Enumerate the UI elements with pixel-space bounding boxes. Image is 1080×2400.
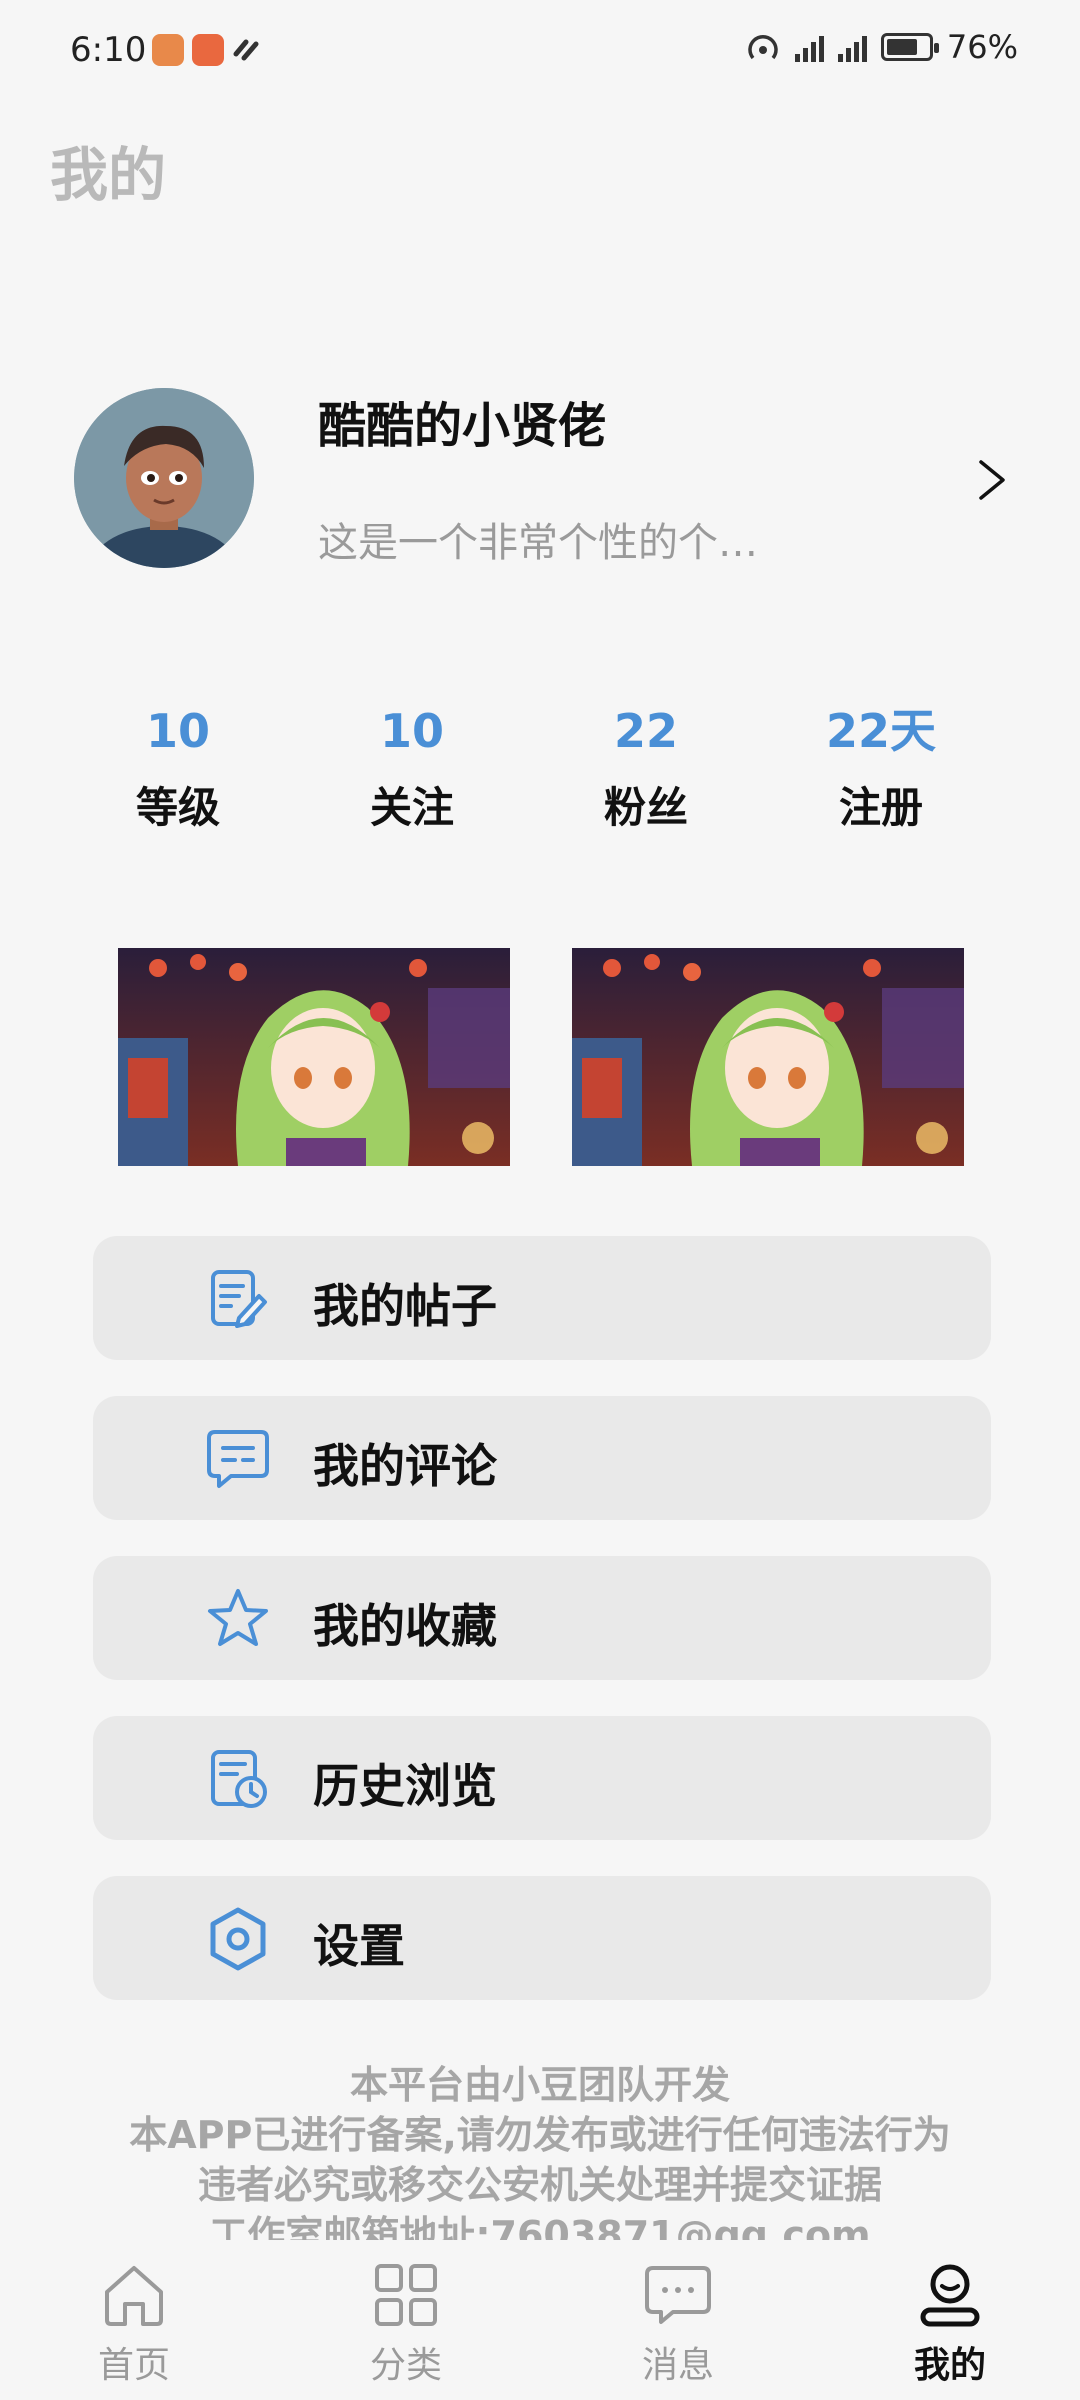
bottom-tab-bar: 首页 分类 消息 我的: [0, 2240, 1080, 2400]
stat-registered[interactable]: 22天 注册: [761, 700, 1001, 835]
banner-image[interactable]: [118, 948, 510, 1166]
history-icon: [211, 1750, 267, 1808]
stat-level[interactable]: 10 等级: [58, 700, 298, 835]
footer-line: 违者必究或移交公安机关处理并提交证据: [197, 2163, 882, 2207]
menu-settings[interactable]: 设置: [93, 1876, 991, 2000]
app-notification-icon: [192, 34, 224, 66]
avatar[interactable]: [74, 388, 254, 568]
menu-label: 我的帖子: [313, 1279, 497, 1333]
tab-category[interactable]: 分类: [306, 2260, 506, 2388]
footer: 本平台由小豆团队开发 本APP已进行备案,请勿发布或进行任何违法行为 违者必究或…: [0, 2060, 1080, 2240]
stat-label: 等级: [135, 783, 220, 832]
battery-percent: 76%: [946, 28, 1018, 66]
tab-profile[interactable]: 我的: [850, 2260, 1050, 2388]
footer-line: 本平台由小豆团队开发: [349, 2063, 730, 2107]
star-icon: [208, 1589, 268, 1646]
menu-label: 我的评论: [313, 1439, 497, 1493]
status-time: 6:10: [70, 30, 147, 70]
username[interactable]: 酷酷的小贤佬: [318, 386, 606, 456]
stat-label: 粉丝: [603, 783, 688, 832]
menu-my-favorites[interactable]: 我的收藏: [93, 1556, 991, 1680]
banner-image[interactable]: [572, 948, 964, 1166]
footer-email: 工作室邮箱地址:7603871@qq.com: [209, 2213, 871, 2240]
app-notification-icon: [152, 34, 184, 66]
stat-label: 关注: [369, 783, 454, 832]
stat-value: 10: [145, 704, 210, 758]
tab-label: 我的: [913, 2345, 986, 2386]
menu-label: 历史浏览: [313, 1759, 497, 1813]
menu-history[interactable]: 历史浏览: [93, 1716, 991, 1840]
link-icon: [233, 39, 259, 61]
stat-value: 10: [379, 704, 444, 758]
home-icon: [105, 2266, 163, 2326]
footer-line: 本APP已进行备案,请勿发布或进行任何违法行为: [129, 2113, 951, 2157]
battery-icon: [880, 33, 939, 61]
signal-strength-icon: [794, 32, 824, 62]
profile-icon: [920, 2264, 980, 2327]
menu-label: 设置: [313, 1919, 405, 1973]
hotspot-icon: [748, 34, 778, 60]
profile-stats: 10 等级 10 关注 22 粉丝 22天 注册: [0, 700, 1080, 850]
stat-value: 22天: [825, 704, 936, 758]
chevron-right-icon[interactable]: [975, 458, 1009, 502]
stat-fans[interactable]: 22 粉丝: [526, 700, 766, 835]
tab-label: 首页: [97, 2345, 170, 2386]
stat-label: 注册: [838, 783, 923, 832]
stat-value: 22: [613, 704, 678, 758]
menu-label: 我的收藏: [313, 1599, 497, 1653]
settings-icon: [210, 1907, 266, 1971]
tab-home[interactable]: 首页: [34, 2260, 234, 2388]
bio: 这是一个非常个性的个…: [318, 520, 758, 566]
signal-strength-icon: [837, 32, 867, 62]
grid-icon: [375, 2264, 437, 2326]
tab-label: 消息: [641, 2345, 714, 2386]
message-icon: [645, 2266, 711, 2324]
post-edit-icon: [211, 1270, 267, 1328]
status-bar: 6:10 76%: [0, 0, 1080, 100]
menu-my-comments[interactable]: 我的评论: [93, 1396, 991, 1520]
status-indicators: 76%: [745, 28, 1018, 66]
page-title: 我的: [50, 141, 167, 209]
menu-my-posts[interactable]: 我的帖子: [93, 1236, 991, 1360]
tab-messages[interactable]: 消息: [578, 2260, 778, 2388]
comment-icon: [207, 1430, 269, 1488]
stat-following[interactable]: 10 关注: [292, 700, 532, 835]
tab-label: 分类: [369, 2345, 442, 2386]
